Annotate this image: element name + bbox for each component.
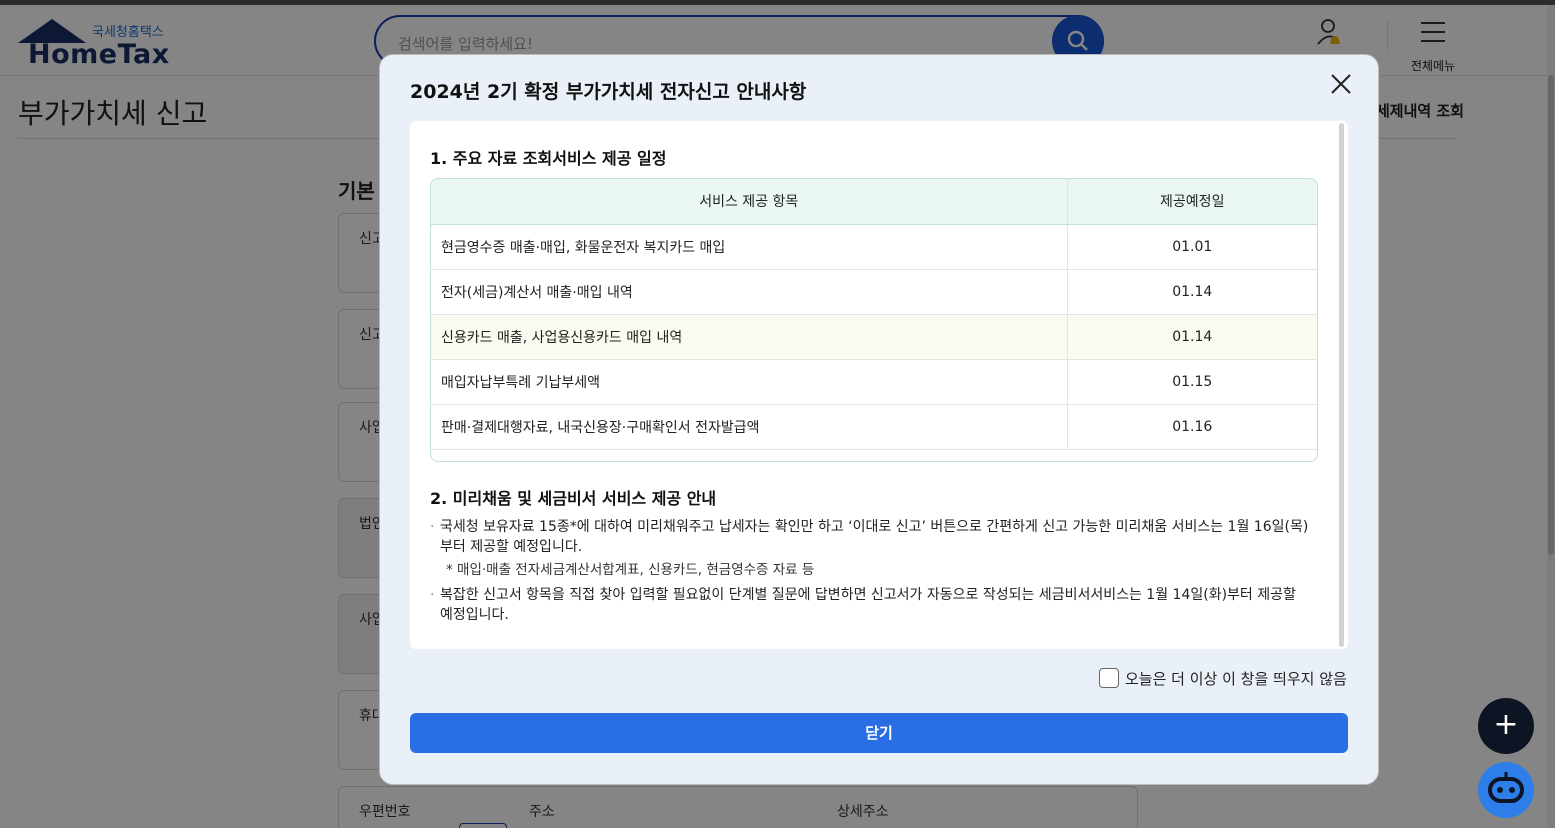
section1-title: 1. 주요 자료 조회서비스 제공 일정 [430, 149, 667, 168]
table-cell-date: 01.14 [1067, 314, 1317, 360]
table-cell-date: 01.15 [1067, 359, 1317, 405]
plus-icon: + [1493, 707, 1519, 742]
table-row: 신용카드 매출, 사업용신용카드 매입 내역 01.14 [431, 314, 1317, 360]
table-row: 현금영수증 매출·매입, 화물운전자 복지카드 매입 01.01 [431, 224, 1317, 270]
note-prefill-footnote: * 매입·매출 전자세금계산서합계표, 신용카드, 현금영수증 자료 등 [446, 562, 815, 578]
table-cell-date: 01.14 [1067, 269, 1317, 315]
close-icon[interactable] [1328, 71, 1354, 97]
table-cell-date: 01.16 [1067, 404, 1317, 450]
dont-show-checkbox[interactable] [1099, 668, 1119, 688]
table-cell-item: 전자(세금)계산서 매출·매입 내역 [431, 269, 1068, 315]
table-cell-item: 매입자납부특례 기납부세액 [431, 359, 1068, 405]
floating-add-button[interactable]: + [1478, 698, 1534, 754]
table-header-item: 서비스 제공 항목 [431, 179, 1068, 225]
notice-modal: 2024년 2기 확정 부가가치세 전자신고 안내사항 1. 주요 자료 조회서… [379, 54, 1379, 785]
table-cell-item: 신용카드 매출, 사업용신용카드 매입 내역 [431, 314, 1068, 360]
table-cell-date: 01.01 [1067, 224, 1317, 270]
close-button[interactable]: 닫기 [410, 713, 1348, 753]
notes-list: 국세청 보유자료 15종*에 대하여 미리채워주고 납세자는 확인만 하고 ‘이… [430, 517, 1310, 625]
table-spacer [431, 449, 1317, 461]
chatbot-icon [1488, 772, 1524, 803]
modal-title: 2024년 2기 확정 부가가치세 전자신고 안내사항 [410, 81, 807, 103]
table-cell-item: 판매·결제대행자료, 내국신용장·구매확인서 전자발급액 [431, 404, 1068, 450]
section2-title: 2. 미리채움 및 세금비서 서비스 제공 안내 [430, 489, 717, 508]
table-cell-item: 현금영수증 매출·매입, 화물운전자 복지카드 매입 [431, 224, 1068, 270]
schedule-table: 서비스 제공 항목 제공예정일 현금영수증 매출·매입, 화물운전자 복지카드 … [430, 178, 1318, 462]
table-row: 매입자납부특례 기납부세액 01.15 [431, 359, 1317, 405]
table-header-date: 제공예정일 [1067, 179, 1317, 225]
table-row: 전자(세금)계산서 매출·매입 내역 01.14 [431, 269, 1317, 315]
table-header-row: 서비스 제공 항목 제공예정일 [431, 179, 1317, 225]
note-prefill: 국세청 보유자료 15종*에 대하여 미리채워주고 납세자는 확인만 하고 ‘이… [430, 517, 1310, 557]
table-row: 판매·결제대행자료, 내국신용장·구매확인서 전자발급액 01.16 [431, 404, 1317, 450]
note-tax-assistant: 복잡한 신고서 항목을 직접 찾아 입력할 필요없이 단계별 질문에 답변하면 … [430, 585, 1310, 625]
content-scrollbar[interactable] [1339, 123, 1344, 647]
chatbot-button[interactable] [1478, 762, 1534, 818]
dont-show-label: 오늘은 더 이상 이 창을 띄우지 않음 [1125, 670, 1347, 688]
modal-content: 1. 주요 자료 조회서비스 제공 일정 서비스 제공 항목 제공예정일 현금영… [410, 121, 1348, 649]
